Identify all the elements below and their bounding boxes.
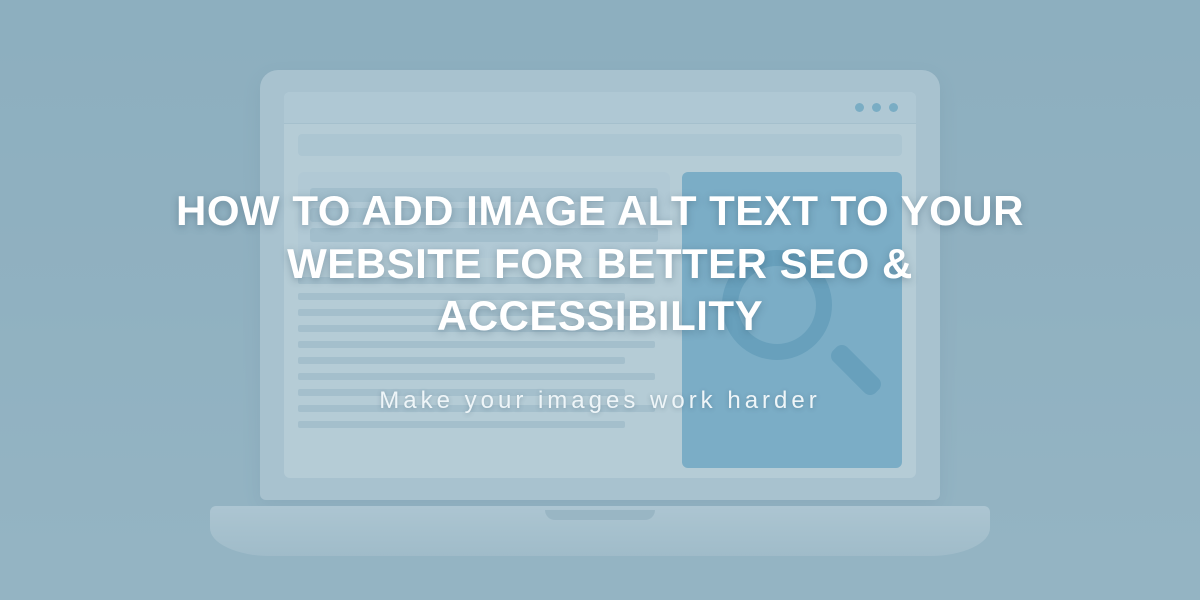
headline: HOW TO ADD IMAGE ALT TEXT TO YOUR WEBSIT… (120, 185, 1080, 343)
subheadline: Make your images work harder (379, 387, 820, 415)
text-overlay: HOW TO ADD IMAGE ALT TEXT TO YOUR WEBSIT… (0, 0, 1200, 600)
